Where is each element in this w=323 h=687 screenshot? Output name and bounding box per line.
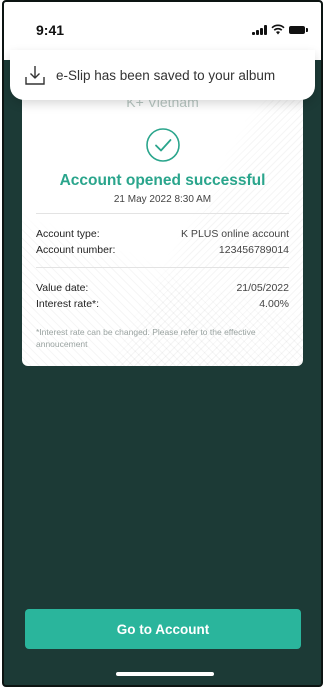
home-indicator[interactable] [116, 672, 214, 676]
slip-title: Account opened successful [59, 172, 266, 189]
divider [36, 267, 289, 268]
slip-datetime: 21 May 2022 8:30 AM [113, 194, 212, 205]
account-number-value: 123456789014 [218, 244, 289, 256]
interest-rate-value: 4.00% [259, 298, 289, 310]
account-type-row: Account type: K PLUS online account [36, 228, 289, 240]
interest-rate-label: Interest rate*: [36, 298, 100, 310]
success-check-icon [146, 128, 180, 162]
download-icon [25, 66, 45, 85]
saved-toast[interactable]: e-Slip has been saved to your album [10, 50, 315, 100]
status-time: 9:41 [36, 22, 65, 38]
value-date-value: 21/05/2022 [236, 282, 289, 294]
divider [36, 213, 289, 214]
go-to-account-button[interactable]: Go to Account [25, 609, 301, 649]
e-slip-card: K+ Vietnam Account opened successful 21 … [22, 82, 303, 366]
account-type-label: Account type: [36, 228, 100, 240]
status-icons [252, 24, 308, 35]
account-number-row: Account number: 123456789014 [36, 244, 289, 256]
slip-pattern-secondary [22, 82, 303, 366]
battery-icon [289, 25, 308, 34]
wifi-icon [271, 24, 285, 35]
interest-note: *Interest rate can be changed. Please re… [36, 327, 256, 350]
signal-icon [252, 24, 267, 35]
value-date-label: Value date: [36, 282, 89, 294]
account-type-value: K PLUS online account [181, 228, 289, 240]
phone-screen: 9:41 K+ Vietnam Account opened successfu… [2, 0, 323, 687]
account-number-label: Account number: [36, 244, 116, 256]
value-date-row: Value date: 21/05/2022 [36, 282, 289, 294]
interest-rate-row: Interest rate*: 4.00% [36, 298, 289, 310]
toast-message: e-Slip has been saved to your album [56, 67, 276, 83]
